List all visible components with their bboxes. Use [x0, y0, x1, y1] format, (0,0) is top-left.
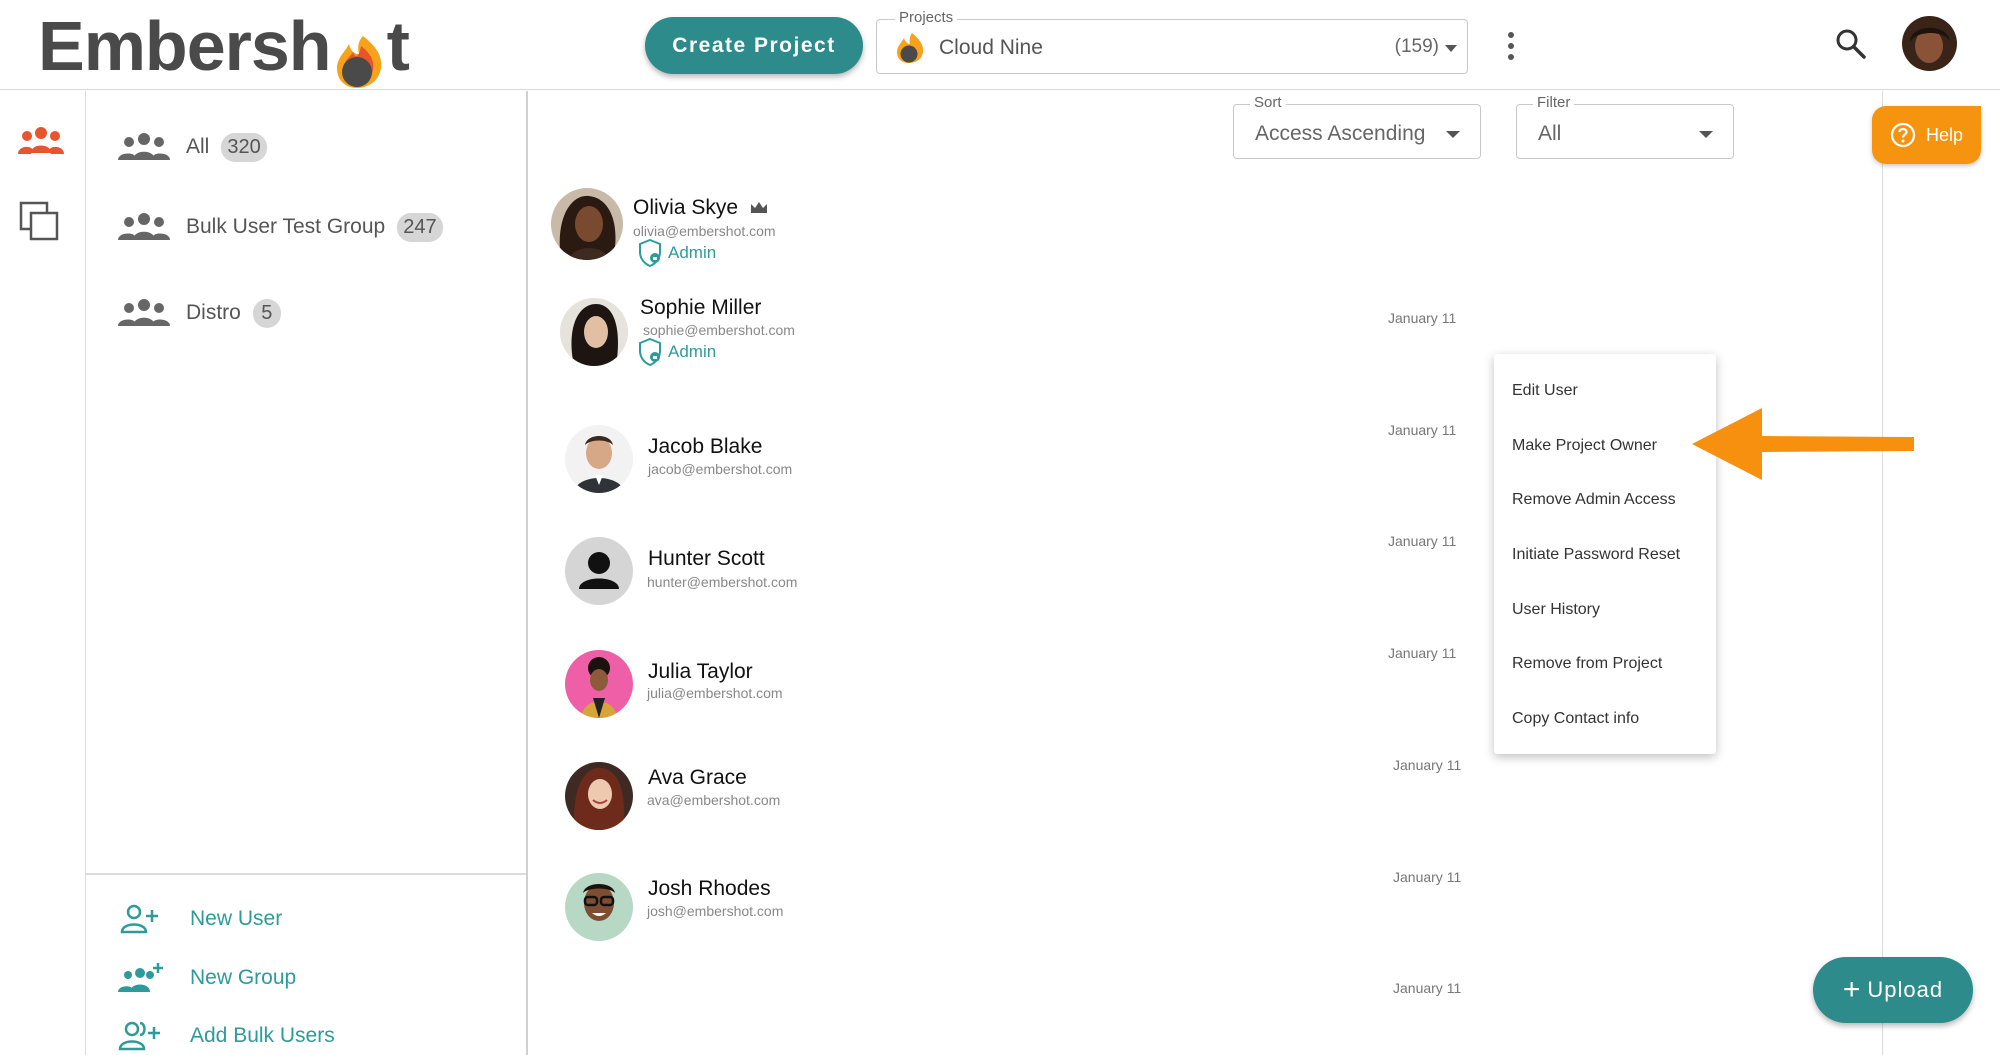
menu-item-initiate-password-reset[interactable]: Initiate Password Reset	[1512, 546, 1680, 564]
group-item-all[interactable]: All 320	[116, 125, 267, 169]
logo-fireball-icon	[333, 26, 385, 88]
user-email: ava@embershot.com	[647, 792, 781, 808]
user-row[interactable]: Julia Taylor julia@embershot.com January…	[530, 650, 1470, 773]
group-count-badge: 320	[221, 132, 267, 162]
more-options-icon[interactable]	[1503, 32, 1519, 60]
group-label: All	[186, 135, 210, 158]
action-label: New User	[190, 907, 283, 930]
group-label: Distro	[186, 301, 241, 324]
user-email: olivia@embershot.com	[633, 223, 776, 239]
admin-shield-icon	[639, 239, 661, 267]
current-user-avatar[interactable]	[1902, 16, 1957, 71]
sort-value: Access Ascending	[1255, 122, 1426, 145]
user-avatar	[565, 537, 633, 605]
user-avatar	[565, 425, 633, 493]
group-count-badge: 5	[252, 298, 281, 328]
user-date: January 11	[1393, 980, 1462, 996]
user-name: Josh Rhodes	[648, 877, 771, 900]
search-icon[interactable]	[1835, 28, 1867, 60]
help-label: Help	[1925, 124, 1964, 145]
user-email: julia@embershot.com	[647, 685, 783, 701]
upload-button[interactable]: + Upload	[1813, 957, 1973, 1023]
copy-layers-icon[interactable]	[15, 199, 67, 243]
right-divider	[1882, 91, 1883, 1055]
sort-legend: Sort	[1250, 94, 1286, 111]
group-item-bulk-user-test-group[interactable]: Bulk User Test Group 247	[116, 205, 443, 249]
user-avatar	[565, 650, 633, 718]
add-users-icon	[118, 1021, 160, 1051]
user-role-badge: Admin	[638, 338, 716, 366]
group-label: Bulk User Test Group	[186, 215, 386, 238]
embershot-logo[interactable]: Embersh t	[38, 6, 410, 88]
filter-legend: Filter	[1533, 94, 1575, 111]
filter-value: All	[1538, 122, 1562, 145]
app-header: Embersh t Create Project Projects Cloud …	[0, 0, 2000, 90]
group-item-distro[interactable]: Distro 5	[116, 291, 281, 335]
group-count-badge: 247	[397, 212, 443, 242]
user-email: jacob@embershot.com	[648, 461, 793, 477]
user-name: Julia Taylor	[648, 660, 753, 683]
users-group-icon	[118, 133, 170, 160]
add-user-icon	[120, 904, 158, 934]
user-avatar	[551, 188, 623, 260]
menu-item-edit-user[interactable]: Edit User	[1512, 382, 1578, 400]
users-group-icon	[118, 213, 170, 240]
question-circle-icon	[1890, 122, 1916, 148]
menu-item-remove-admin-access[interactable]: Remove Admin Access	[1512, 491, 1676, 509]
chevron-down-icon[interactable]	[1445, 45, 1457, 52]
left-rail	[0, 91, 86, 1055]
new-group-button[interactable]: New Group	[116, 958, 296, 998]
project-select-value: Cloud Nine	[939, 36, 1043, 59]
chevron-down-icon[interactable]	[1699, 131, 1713, 138]
add-group-icon	[118, 963, 163, 992]
user-row[interactable]: Sophie Miller sophie@embershot.com Admin…	[530, 290, 1470, 438]
user-row[interactable]: Olivia Skye olivia@embershot.com Admin J…	[530, 179, 1470, 326]
action-label: Add Bulk Users	[190, 1024, 335, 1047]
menu-item-user-history[interactable]: User History	[1512, 601, 1600, 619]
project-fireball-icon	[895, 32, 925, 64]
project-count: (159)	[1394, 36, 1439, 57]
user-avatar	[565, 762, 633, 830]
user-name: Olivia Skye	[633, 196, 768, 220]
menu-item-copy-contact-info[interactable]: Copy Contact info	[1512, 710, 1639, 728]
project-select-legend: Projects	[895, 9, 958, 26]
create-project-button[interactable]: Create Project	[645, 17, 863, 74]
user-name: Jacob Blake	[648, 435, 763, 458]
annotation-arrow-icon	[1692, 408, 1914, 480]
users-group-icon[interactable]	[15, 121, 67, 165]
user-row[interactable]: Ava Grace ava@embershot.com January 11	[530, 762, 1470, 885]
help-button[interactable]: Help	[1872, 106, 1981, 164]
user-row[interactable]: Jacob Blake jacob@embershot.com January …	[530, 425, 1470, 549]
user-role-badge: Admin	[638, 239, 716, 267]
add-bulk-users-button[interactable]: Add Bulk Users	[116, 1016, 335, 1055]
project-select[interactable]: Projects Cloud Nine (159)	[876, 9, 1468, 74]
user-email: hunter@embershot.com	[647, 574, 798, 590]
crown-icon	[751, 202, 768, 213]
user-context-menu: Edit User Make Project Owner Remove Admi…	[1494, 354, 1716, 754]
sort-select[interactable]: Sort Access Ascending	[1233, 94, 1481, 159]
user-avatar	[560, 298, 628, 366]
menu-item-remove-from-project[interactable]: Remove from Project	[1512, 655, 1662, 673]
user-name: Sophie Miller	[640, 296, 762, 319]
logo-text-start: Embersh	[38, 7, 332, 85]
groups-divider	[86, 873, 526, 875]
action-label: New Group	[190, 966, 297, 989]
user-row[interactable]: Hunter Scott hunter@embershot.com Januar…	[530, 537, 1470, 661]
chevron-down-icon[interactable]	[1446, 131, 1460, 138]
upload-label: Upload	[1867, 977, 1944, 1002]
user-avatar	[565, 873, 633, 941]
user-email: josh@embershot.com	[647, 903, 784, 919]
user-name: Hunter Scott	[648, 547, 765, 570]
admin-shield-icon	[639, 338, 661, 366]
user-row[interactable]: Josh Rhodes josh@embershot.com January 1…	[530, 873, 1470, 996]
new-user-button[interactable]: New User	[116, 899, 282, 939]
groups-panel: All 320 Bulk User Test Group 247 Distro …	[86, 91, 528, 1055]
users-group-icon	[118, 299, 170, 326]
plus-icon: +	[1842, 973, 1862, 1006]
filter-select[interactable]: Filter All	[1516, 94, 1734, 159]
menu-item-make-project-owner[interactable]: Make Project Owner	[1512, 437, 1657, 455]
logo-text-end: t	[386, 7, 410, 85]
user-name: Ava Grace	[648, 766, 747, 789]
user-email: sophie@embershot.com	[643, 322, 795, 338]
